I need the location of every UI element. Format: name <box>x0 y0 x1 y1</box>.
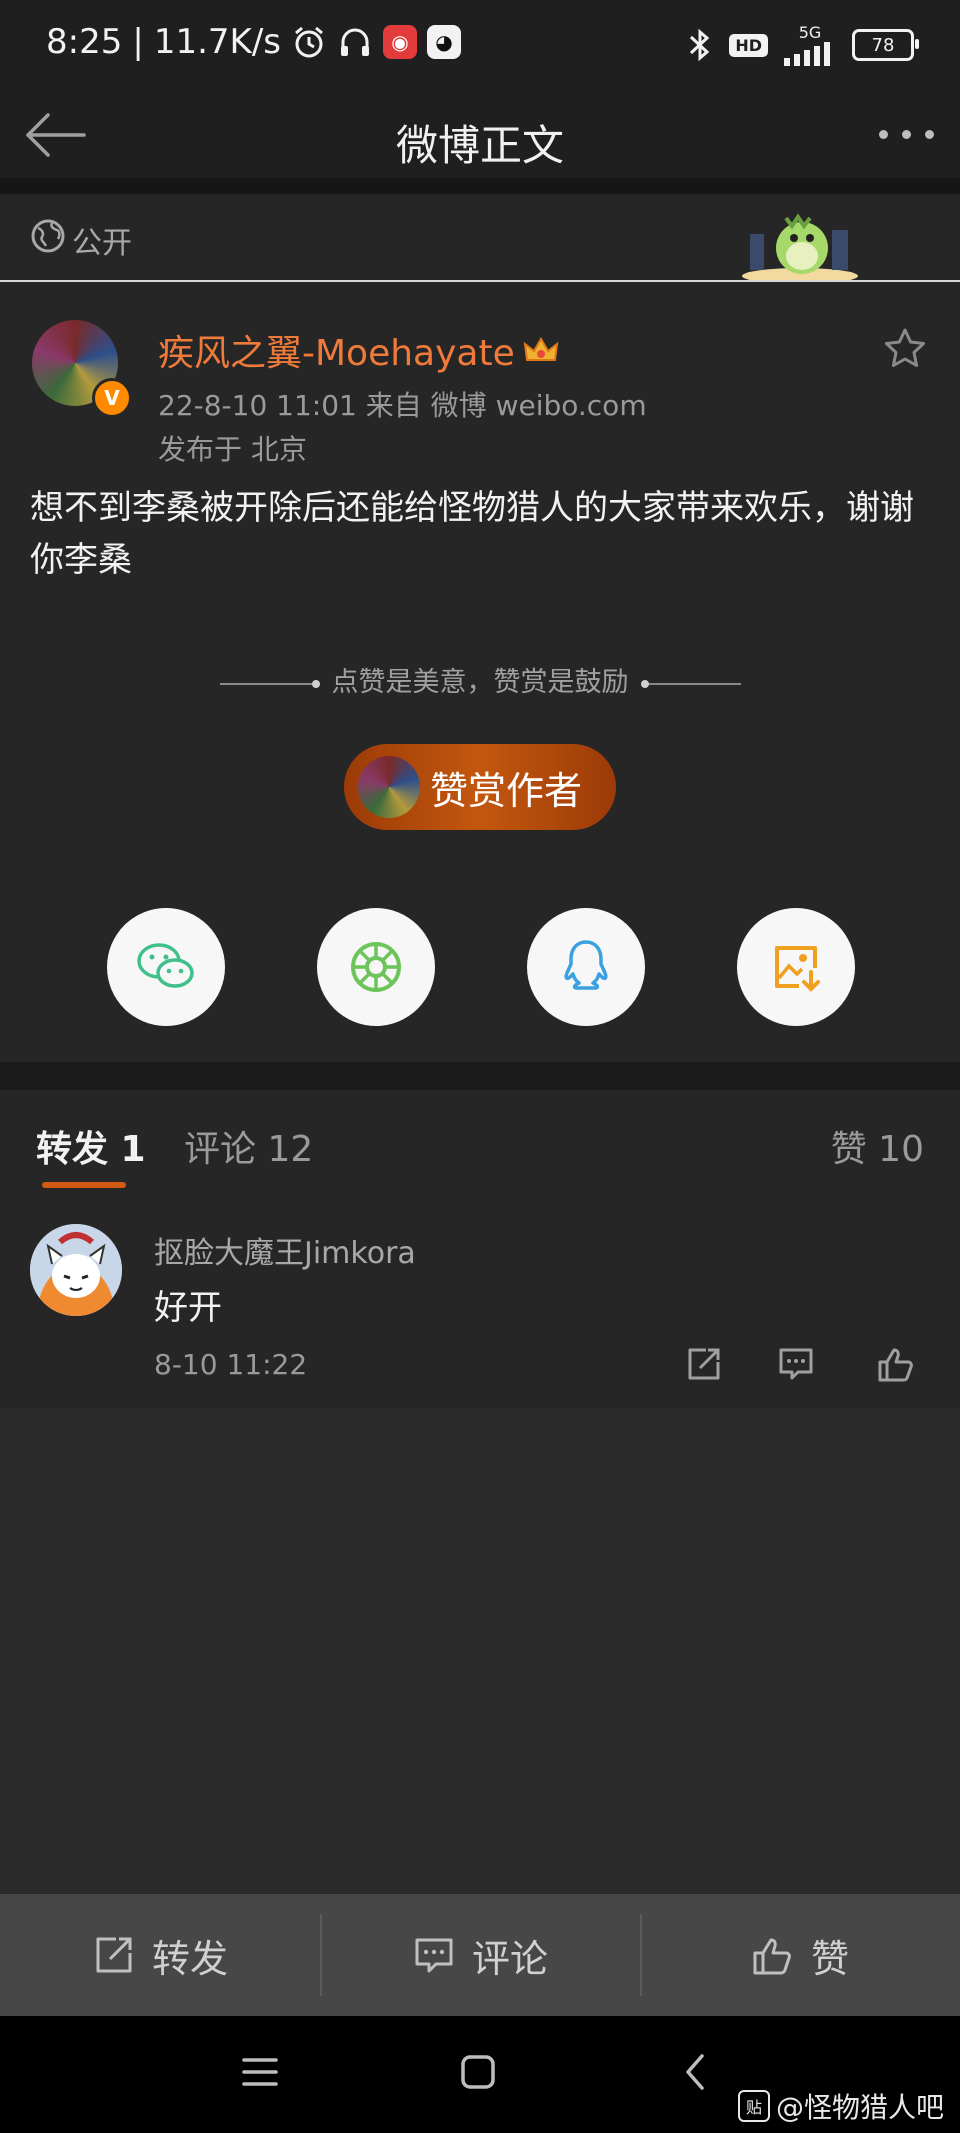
section-divider <box>0 1062 960 1090</box>
visibility-row: 公开 <box>0 194 960 282</box>
back-icon[interactable] <box>680 2052 710 2092</box>
dinosaur-sticker-icon <box>742 213 858 280</box>
comment-icon[interactable] <box>776 1344 816 1384</box>
share-qq-button[interactable] <box>527 908 645 1026</box>
comment-button[interactable]: 评论 <box>320 1894 640 2016</box>
alarm-icon <box>295 26 323 58</box>
empty-list-area <box>0 1408 960 1894</box>
reward-prompt: 点赞是美意，赞赏是鼓励 <box>331 667 629 698</box>
commenter-name[interactable]: 抠脸大魔王Jimkora <box>154 1228 416 1272</box>
reward-prompt-row: 点赞是美意，赞赏是鼓励 <box>0 660 960 699</box>
favorite-star-icon[interactable] <box>882 326 928 372</box>
cat-avatar-icon <box>30 1224 122 1316</box>
bluetooth-icon <box>690 28 710 62</box>
battery-indicator: 78 <box>852 29 919 61</box>
visibility-label: 公开 <box>72 226 132 261</box>
signal-icon <box>784 42 830 66</box>
status-left: 8:25 | 11.7K/s ◉ ◕ <box>46 22 461 62</box>
tieba-badge: 贴 <box>737 2090 770 2122</box>
bottom-action-bar: 转发 评论 赞 <box>0 1894 960 2016</box>
post-location: 发布于 北京 <box>158 433 307 466</box>
network-type: 5G <box>798 23 822 42</box>
qq-app-icon: ◕ <box>427 25 461 59</box>
watermark-text: @怪物猎人吧 <box>775 2091 944 2124</box>
hd-badge: HD <box>729 33 768 57</box>
reward-avatar <box>358 756 420 818</box>
like-icon <box>753 1938 791 1975</box>
menu-icon[interactable] <box>240 2054 280 2090</box>
headphones-icon <box>341 28 369 56</box>
comment-time: 8-10 11:22 <box>154 1348 308 1381</box>
home-icon[interactable] <box>458 2052 498 2092</box>
share-wechat-button[interactable] <box>107 908 225 1026</box>
net-speed: 11.7K/s <box>153 22 281 62</box>
repost-button[interactable]: 转发 <box>0 1894 320 2016</box>
more-options-button[interactable] <box>879 130 934 139</box>
tab-comments[interactable]: 评论 12 <box>184 1120 313 1172</box>
comment-text: 好开 <box>154 1288 222 1328</box>
author-name-row[interactable]: 疾风之翼-Moehayate <box>158 324 559 376</box>
section-divider <box>0 178 960 194</box>
wechat-icon <box>137 943 194 988</box>
globe-icon <box>31 219 65 253</box>
crown-icon <box>523 337 559 361</box>
interaction-tabs: 转发 1 评论 12 赞 10 <box>0 1090 960 1199</box>
save-image-icon <box>775 946 820 992</box>
status-right: HD 5G 78 <box>685 23 919 66</box>
status-bar: 8:25 | 11.7K/s ◉ ◕ HD 5G 78 <box>0 0 960 92</box>
qq-icon <box>564 940 608 990</box>
repost-label: 转发 <box>151 1936 228 1981</box>
like-label: 赞 <box>810 1936 849 1981</box>
post-content: 想不到李桑被开除后还能给怪物猎人的大家带来欢乐，谢谢你李桑 <box>30 488 914 580</box>
like-button[interactable]: 赞 <box>640 1894 960 2016</box>
moments-icon <box>351 942 401 992</box>
tab-repost[interactable]: 转发 1 <box>36 1120 146 1172</box>
page-title: 微博正文 <box>395 121 564 170</box>
tab-likes[interactable]: 赞 10 <box>831 1120 924 1172</box>
watermark: 贴 @怪物猎人吧 <box>737 2086 944 2126</box>
share-moments-button[interactable] <box>317 908 435 1026</box>
repost-icon <box>96 1937 132 1973</box>
verified-badge: V <box>92 378 132 418</box>
comment-icon <box>415 1938 453 1973</box>
post-card: V 疾风之翼-Moehayate 22-8-10 11:01 来自 微博 wei… <box>0 282 960 1062</box>
list-item[interactable]: 抠脸大魔王Jimkora 好开 8-10 11:22 <box>0 1198 960 1408</box>
share-save-image-button[interactable] <box>737 908 855 1026</box>
reward-author-button[interactable]: 赞赏作者 <box>344 744 616 830</box>
repost-icon[interactable] <box>684 1344 724 1384</box>
author-name[interactable]: 疾风之翼-Moehayate <box>158 324 515 376</box>
reward-button-label: 赞赏作者 <box>430 768 583 813</box>
nav-bar: 微博正文 <box>0 92 960 178</box>
music-app-icon: ◉ <box>383 25 417 59</box>
post-meta: 22-8-10 11:01 来自 微博 weibo.com <box>158 389 647 422</box>
like-icon[interactable] <box>876 1344 916 1384</box>
commenter-avatar[interactable] <box>30 1224 122 1316</box>
comment-label: 评论 <box>471 1936 548 1981</box>
active-tab-indicator <box>42 1182 126 1188</box>
status-time: 8:25 <box>46 22 123 62</box>
